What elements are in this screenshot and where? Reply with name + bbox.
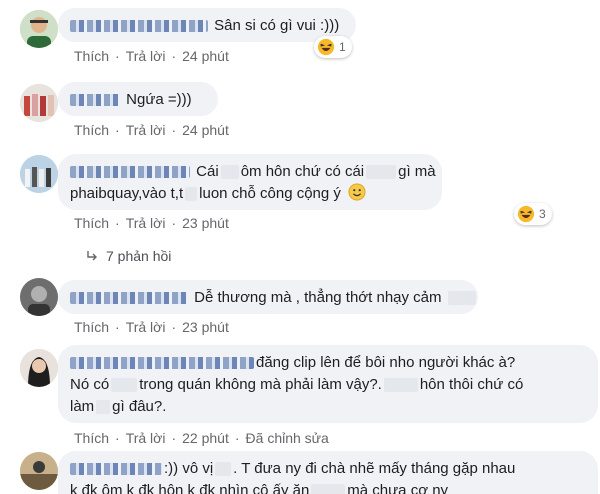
commenter-name[interactable] [70, 20, 208, 33]
avatar-photo-icon [20, 349, 58, 387]
comment-text: gì đâu?. [112, 398, 167, 415]
commenter-name[interactable] [70, 94, 120, 107]
view-replies-link[interactable]: 7 phản hồi [86, 248, 171, 264]
comment-text: hôn thôi chứ có [419, 376, 524, 393]
comment-text: Ngứa =))) [126, 91, 192, 108]
avatar-photo-icon [20, 155, 58, 193]
avatar[interactable] [20, 155, 58, 193]
comment-actions: Thích · Trả lời · 24 phút [74, 122, 229, 138]
comment-bubble: Ngứa =))) [58, 82, 218, 116]
redacted-text [220, 165, 239, 180]
comment-text: Nó có [70, 376, 110, 393]
comment-text: đăng clip lên để bôi nho người khác à? [256, 354, 516, 371]
redacted-text [96, 400, 111, 415]
avatar[interactable] [20, 84, 58, 122]
avatar[interactable] [20, 452, 58, 490]
comment-text: làm [70, 398, 95, 415]
redacted-text [215, 462, 232, 477]
comment-actions: Thích · Trả lời · 24 phút [74, 48, 229, 64]
comment-text: Cái [196, 163, 219, 180]
redacted-text [111, 378, 138, 393]
commenter-name[interactable] [70, 292, 188, 305]
avatar-photo-icon [20, 452, 58, 490]
smile-emoji-icon [348, 183, 366, 201]
comment-actions: Thích · Trả lời · 22 phút · Đã chỉnh sửa [74, 430, 329, 446]
like-link[interactable]: Thích [74, 48, 109, 64]
like-link[interactable]: Thích [74, 122, 109, 138]
comment-text: mà chưa cơ ny [347, 482, 449, 494]
avatar[interactable] [20, 278, 58, 316]
commenter-name[interactable] [70, 463, 162, 476]
reply-link[interactable]: Trả lời [126, 215, 166, 231]
reaction-badge[interactable]: 1 [314, 36, 352, 58]
comment-text: Dễ thương mà , thẳng thớt nhạy cảm [194, 289, 442, 306]
timestamp[interactable]: 22 phút [182, 430, 229, 446]
comment-actions: Thích · Trả lời · 23 phút [74, 215, 229, 231]
like-link[interactable]: Thích [74, 215, 109, 231]
commenter-name[interactable] [70, 357, 254, 370]
redacted-text [311, 484, 346, 494]
replies-count: 7 phản hồi [106, 248, 172, 264]
avatar-photo-icon [20, 10, 58, 48]
reaction-count: 1 [339, 40, 346, 54]
timestamp[interactable]: 23 phút [182, 215, 229, 231]
redacted-text [447, 291, 476, 306]
edited-label[interactable]: Đã chỉnh sửa [246, 430, 329, 446]
redacted-text [366, 165, 397, 180]
comment-text: k đk ôm k đk hôn k đk nhìn cô ấy ăn [70, 482, 310, 494]
comment-text: :)) vô vị [164, 460, 214, 477]
comment-text: luon chỗ công cộng ý [199, 185, 341, 202]
comment-text: ôm hôn chứ có cái [240, 163, 365, 180]
comment-text: trong quán không mà phải làm vậy?. [139, 376, 382, 393]
comment-bubble: :)) vô vị . T đưa ny đi chà nhẽ mấy tháng… [58, 451, 598, 494]
comment-bubble: Sân si có gì vui :))) [58, 8, 356, 42]
commenter-name[interactable] [70, 166, 190, 179]
comment-actions: Thích · Trả lời · 23 phút [74, 319, 229, 335]
redacted-text [185, 187, 198, 202]
comment-text: gì mà [398, 163, 436, 180]
reaction-badge[interactable]: 3 [514, 203, 552, 225]
comment-bubble: đăng clip lên để bôi nho người khác à? N… [58, 345, 598, 423]
timestamp[interactable]: 24 phút [182, 48, 229, 64]
avatar[interactable] [20, 10, 58, 48]
like-link[interactable]: Thích [74, 430, 109, 446]
reply-arrow-icon [87, 251, 97, 261]
reply-link[interactable]: Trả lời [126, 48, 166, 64]
reply-link[interactable]: Trả lời [126, 122, 166, 138]
reaction-count: 3 [539, 207, 546, 221]
avatar[interactable] [20, 349, 58, 387]
comment-text: phaibquay,vào t,t [70, 185, 184, 202]
comment-bubble: Dễ thương mà , thẳng thớt nhạy cảm [58, 280, 478, 314]
redacted-text [383, 378, 418, 393]
avatar-photo-icon [20, 84, 58, 122]
avatar-photo-icon [20, 278, 58, 316]
haha-emoji-icon [317, 38, 335, 56]
comment-text: . T đưa ny đi chà nhẽ mấy tháng gặp nhau [233, 460, 516, 477]
timestamp[interactable]: 23 phút [182, 319, 229, 335]
comment-bubble: Cái ôm hôn chứ có cái gì mà phaibquay,vào … [58, 154, 442, 210]
haha-emoji-icon [517, 205, 535, 223]
comment-text: Sân si có gì vui :))) [214, 17, 340, 34]
timestamp[interactable]: 24 phút [182, 122, 229, 138]
reply-link[interactable]: Trả lời [126, 430, 166, 446]
like-link[interactable]: Thích [74, 319, 109, 335]
reply-link[interactable]: Trả lời [126, 319, 166, 335]
